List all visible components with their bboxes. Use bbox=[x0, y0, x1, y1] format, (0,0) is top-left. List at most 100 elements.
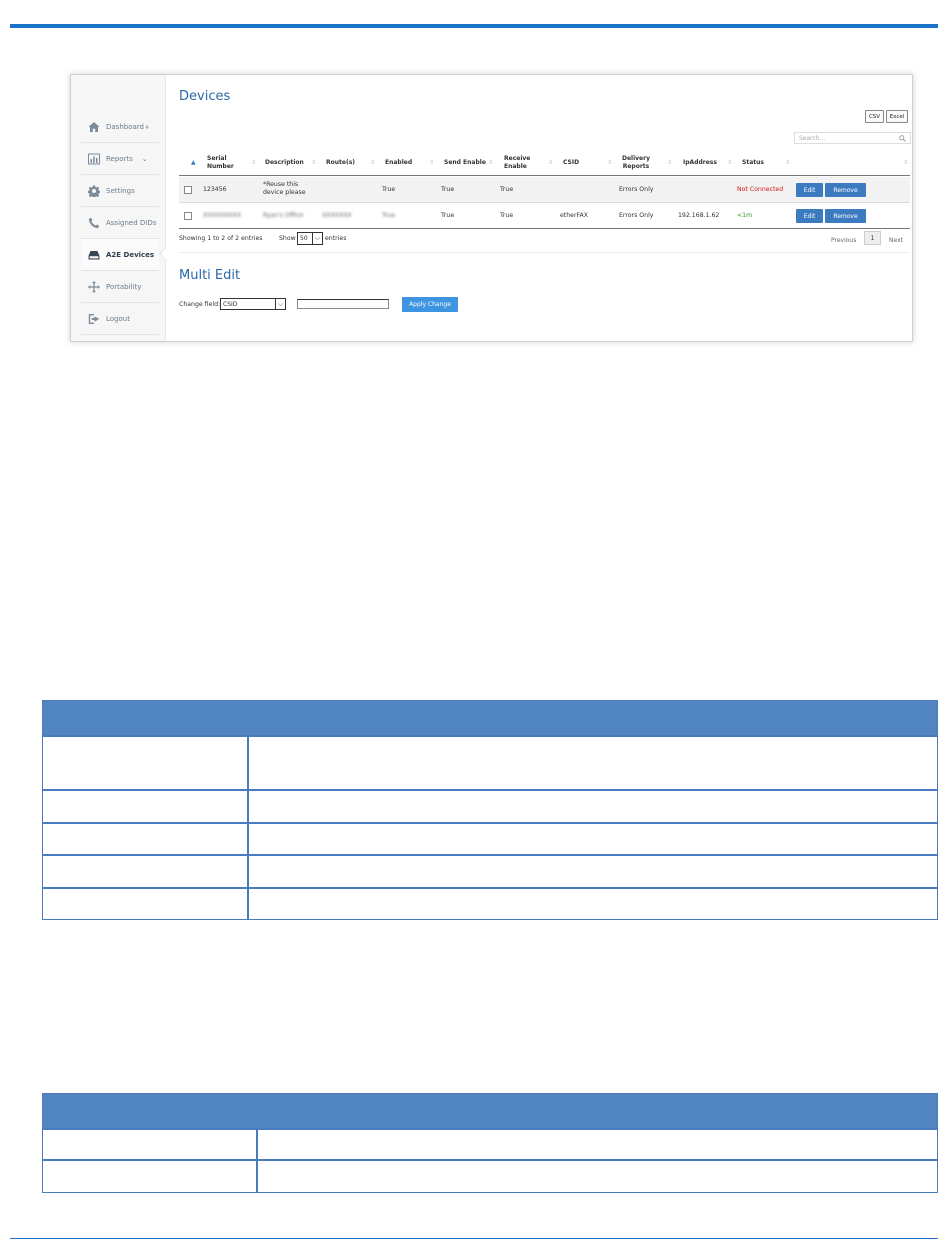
column-header-routes[interactable]: Route(s) bbox=[326, 159, 355, 167]
cell-receive-enable: True bbox=[500, 212, 514, 219]
sidebar-item-label: Reports bbox=[106, 154, 133, 163]
pagination-page-1[interactable]: 1 bbox=[864, 231, 881, 245]
sort-icon[interactable]: ⇕ bbox=[727, 159, 732, 166]
csv-export-button[interactable]: CSV bbox=[865, 110, 884, 123]
column-header-enabled[interactable]: Enabled bbox=[385, 159, 412, 167]
hard-drive-icon bbox=[87, 248, 101, 262]
top-rule bbox=[10, 24, 938, 28]
column-header-receive-enable[interactable]: Receive Enable bbox=[504, 155, 530, 171]
sort-icon[interactable]: ⇕ bbox=[251, 159, 256, 166]
cell-ip-address: 192.168.1.62 bbox=[678, 212, 720, 219]
sidebar-item-logout[interactable]: Logout bbox=[81, 303, 159, 335]
sort-icon[interactable]: ⇕ bbox=[903, 159, 908, 166]
edit-button[interactable]: Edit bbox=[796, 209, 823, 223]
table-info: Showing 1 to 2 of 2 entries bbox=[179, 235, 263, 242]
sidebar-item-label: Assigned DIDs bbox=[106, 218, 157, 227]
move-arrows-icon bbox=[87, 280, 101, 294]
page-title: Devices bbox=[179, 89, 231, 104]
cell-routes: XXXXXXX bbox=[322, 212, 352, 219]
page-size-select[interactable]: 50 ⌵ bbox=[297, 232, 323, 245]
cell-delivery-reports: Errors Only bbox=[619, 186, 654, 193]
column-header-status[interactable]: Status bbox=[742, 159, 764, 167]
sidebar: Dashboard » Reports ⌄ Settings Assigned … bbox=[71, 75, 174, 341]
cell-description: *Reuse this device please bbox=[263, 181, 306, 196]
table-rule bbox=[43, 854, 937, 856]
sort-asc-icon[interactable]: ▲ bbox=[191, 159, 196, 166]
change-field-select[interactable]: CSID ⌵ bbox=[220, 298, 286, 310]
cell-description: Ryan's Office bbox=[263, 212, 304, 219]
change-value-input[interactable] bbox=[297, 299, 389, 309]
cell-send-enable: True bbox=[441, 212, 455, 219]
column-header-serial-number[interactable]: Serial Number bbox=[207, 155, 234, 171]
table-row: XXXXXXXXX Ryan's Office XXXXXXX True Tru… bbox=[179, 203, 910, 229]
sort-icon[interactable]: ⇕ bbox=[370, 159, 375, 166]
excel-export-button[interactable]: Excel bbox=[886, 110, 908, 123]
sidebar-item-label: Settings bbox=[106, 186, 135, 195]
pagination-previous[interactable]: Previous bbox=[831, 237, 856, 244]
remove-button[interactable]: Remove bbox=[825, 209, 866, 223]
column-header-delivery-reports[interactable]: Delivery Reports bbox=[620, 155, 652, 171]
column-header-description[interactable]: Description bbox=[265, 159, 304, 167]
table-header-row bbox=[43, 1094, 937, 1128]
status-badge: Not Connected bbox=[737, 186, 784, 193]
cell-serial: XXXXXXXXX bbox=[203, 212, 242, 219]
table-rule bbox=[43, 822, 937, 824]
chevron-down-icon: ⌵ bbox=[312, 233, 322, 244]
table-column-rule bbox=[247, 735, 249, 919]
devices-table-header: ▲ Serial Number ⇕ Description ⇕ Route(s)… bbox=[179, 151, 910, 176]
apply-change-button[interactable]: Apply Change bbox=[402, 297, 458, 312]
sort-icon[interactable]: ⇕ bbox=[785, 159, 790, 166]
sort-icon[interactable]: ⇕ bbox=[667, 159, 672, 166]
app-screenshot: Dashboard » Reports ⌄ Settings Assigned … bbox=[70, 74, 913, 342]
table-rule bbox=[43, 1128, 937, 1130]
chevron-down-icon: ⌄ bbox=[141, 154, 148, 163]
sidebar-item-assigned-dids[interactable]: Assigned DIDs bbox=[81, 207, 159, 239]
sort-icon[interactable]: ⇕ bbox=[429, 159, 434, 166]
sort-icon[interactable]: ⇕ bbox=[607, 159, 612, 166]
cell-send-enable: True bbox=[441, 186, 455, 193]
column-header-send-enable[interactable]: Send Enable bbox=[444, 159, 486, 167]
cell-enabled: True bbox=[382, 212, 396, 219]
sort-icon[interactable]: ⇕ bbox=[311, 159, 316, 166]
table-rule bbox=[43, 887, 937, 889]
table-rule bbox=[43, 1159, 937, 1161]
bar-chart-icon bbox=[87, 152, 101, 166]
remove-button[interactable]: Remove bbox=[825, 183, 866, 197]
main-content: Devices CSV Excel Search... ▲ Serial Num… bbox=[167, 75, 912, 341]
table-rule bbox=[43, 789, 937, 791]
status-badge: <1m bbox=[737, 212, 753, 219]
table-rule bbox=[43, 735, 937, 737]
row-select-checkbox[interactable] bbox=[184, 186, 192, 194]
cell-csid: etherFAX bbox=[560, 212, 588, 219]
chevron-down-icon: ⌵ bbox=[275, 299, 285, 310]
document-table-2 bbox=[42, 1093, 938, 1193]
sort-icon[interactable]: ⇕ bbox=[548, 159, 553, 166]
sidebar-item-label: Portability bbox=[106, 282, 142, 291]
table-header-row bbox=[43, 701, 937, 735]
pagination-next[interactable]: Next bbox=[889, 237, 903, 244]
page-size-value: 50 bbox=[300, 235, 308, 242]
sort-icon[interactable]: ⇕ bbox=[488, 159, 493, 166]
sidebar-item-dashboard[interactable]: Dashboard » bbox=[81, 111, 159, 143]
cell-receive-enable: True bbox=[500, 186, 514, 193]
column-header-ipaddress[interactable]: IpAddress bbox=[683, 159, 717, 167]
entries-label: entries bbox=[325, 235, 347, 242]
sidebar-item-portability[interactable]: Portability bbox=[81, 271, 159, 303]
search-input[interactable]: Search... bbox=[794, 132, 911, 144]
sidebar-item-a2e-devices[interactable]: A2E Devices bbox=[81, 239, 159, 271]
edit-button[interactable]: Edit bbox=[796, 183, 823, 197]
phone-icon bbox=[87, 216, 101, 230]
cell-delivery-reports: Errors Only bbox=[619, 212, 654, 219]
column-header-csid[interactable]: CSID bbox=[563, 159, 579, 167]
chevron-down-icon: » bbox=[143, 124, 152, 129]
home-icon bbox=[87, 120, 101, 134]
sidebar-item-reports[interactable]: Reports ⌄ bbox=[81, 143, 159, 175]
logout-icon bbox=[87, 312, 101, 326]
cell-enabled: True bbox=[382, 186, 396, 193]
sidebar-item-label: A2E Devices bbox=[106, 250, 155, 259]
row-select-checkbox[interactable] bbox=[184, 212, 192, 220]
change-field-label: Change field: bbox=[179, 301, 221, 308]
sidebar-item-label: Dashboard bbox=[106, 122, 144, 131]
sidebar-item-settings[interactable]: Settings bbox=[81, 175, 159, 207]
sidebar-item-label: Logout bbox=[106, 314, 130, 323]
